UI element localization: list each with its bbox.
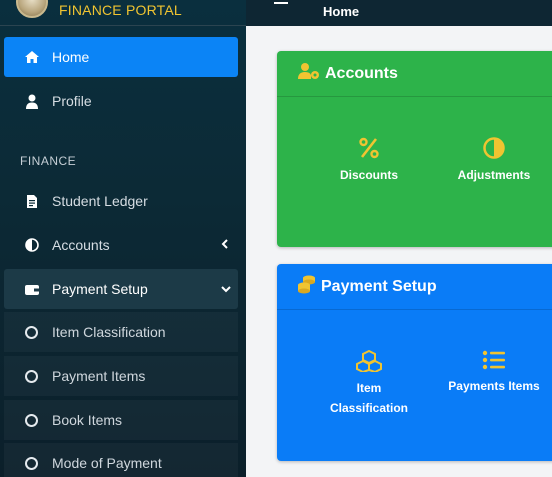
item-classification-tile[interactable]: Item Classification	[317, 349, 421, 415]
half-circle-icon	[24, 237, 40, 253]
sidebar-item-accounts[interactable]: Accounts	[4, 225, 238, 265]
payments-items-tile[interactable]: Payments Items	[443, 350, 545, 393]
sidebar-item-label: Book Items	[52, 412, 123, 428]
tile-label-line1: Item	[356, 381, 382, 395]
adjustments-tile[interactable]: Adjustments	[447, 137, 541, 182]
sidebar: FINANCE PORTAL Home Profile FINANCE Stud…	[0, 0, 246, 477]
sidebar-item-label: Payment Setup	[52, 281, 148, 297]
circle-icon	[25, 369, 38, 383]
user-cog-icon	[297, 62, 321, 85]
payment-setup-card: Payment Setup Item Classification Paymen…	[277, 264, 552, 461]
tile-label: Adjustments	[457, 168, 531, 182]
card-title: Payment Setup	[321, 277, 437, 295]
accounts-card-header: Accounts	[277, 51, 552, 97]
sidebar-item-label: Home	[52, 49, 90, 65]
sidebar-subitem-mode-of-payment[interactable]: Mode of Payment	[4, 443, 238, 477]
circle-icon	[25, 325, 38, 339]
sidebar-item-label: Student Ledger	[52, 193, 148, 209]
coins-icon	[297, 274, 317, 299]
school-logo	[16, 0, 48, 18]
sidebar-item-label: Accounts	[52, 237, 110, 253]
sidebar-item-label: Mode of Payment	[52, 455, 162, 471]
sidebar-item-home[interactable]: Home	[4, 37, 238, 77]
circle-icon	[25, 413, 38, 427]
sidebar-item-label: Profile	[52, 93, 92, 109]
sidebar-item-student-ledger[interactable]: Student Ledger	[4, 181, 238, 221]
home-icon	[24, 49, 40, 65]
chevron-down-icon	[220, 281, 232, 295]
wallet-icon	[24, 281, 40, 297]
adjust-icon	[447, 137, 541, 162]
sidebar-item-label: Item Classification	[52, 324, 166, 340]
sidebar-subitem-item-classification[interactable]: Item Classification	[4, 312, 238, 352]
discounts-tile[interactable]: Discounts	[327, 137, 411, 182]
top-navbar: Home	[246, 0, 552, 26]
menu-toggle-icon[interactable]	[274, 0, 288, 8]
sidebar-item-label: Payment Items	[52, 368, 146, 384]
section-header-finance: FINANCE	[20, 154, 77, 168]
brand-title: FINANCE PORTAL	[59, 2, 182, 18]
user-icon	[24, 93, 40, 109]
list-icon	[443, 350, 545, 373]
file-icon	[24, 193, 40, 209]
sidebar-subitem-payment-items[interactable]: Payment Items	[4, 356, 238, 396]
sidebar-subitem-book-items[interactable]: Book Items	[4, 400, 238, 440]
cubes-icon	[317, 349, 421, 375]
sidebar-item-payment-setup[interactable]: Payment Setup	[4, 269, 238, 309]
chevron-left-icon	[220, 237, 232, 251]
percent-icon	[327, 137, 411, 162]
card-title: Accounts	[325, 64, 398, 82]
accounts-card: Accounts Discounts Adjustments	[277, 51, 552, 247]
tile-label: Payments Items	[448, 379, 540, 393]
tile-label: Discounts	[339, 168, 398, 182]
sidebar-item-profile[interactable]: Profile	[4, 81, 238, 121]
tile-label-line2: Classification	[329, 401, 409, 415]
payment-setup-card-header: Payment Setup	[277, 264, 552, 310]
brand: FINANCE PORTAL	[0, 0, 246, 26]
breadcrumb-title: Home	[323, 4, 360, 19]
circle-icon	[25, 456, 38, 470]
